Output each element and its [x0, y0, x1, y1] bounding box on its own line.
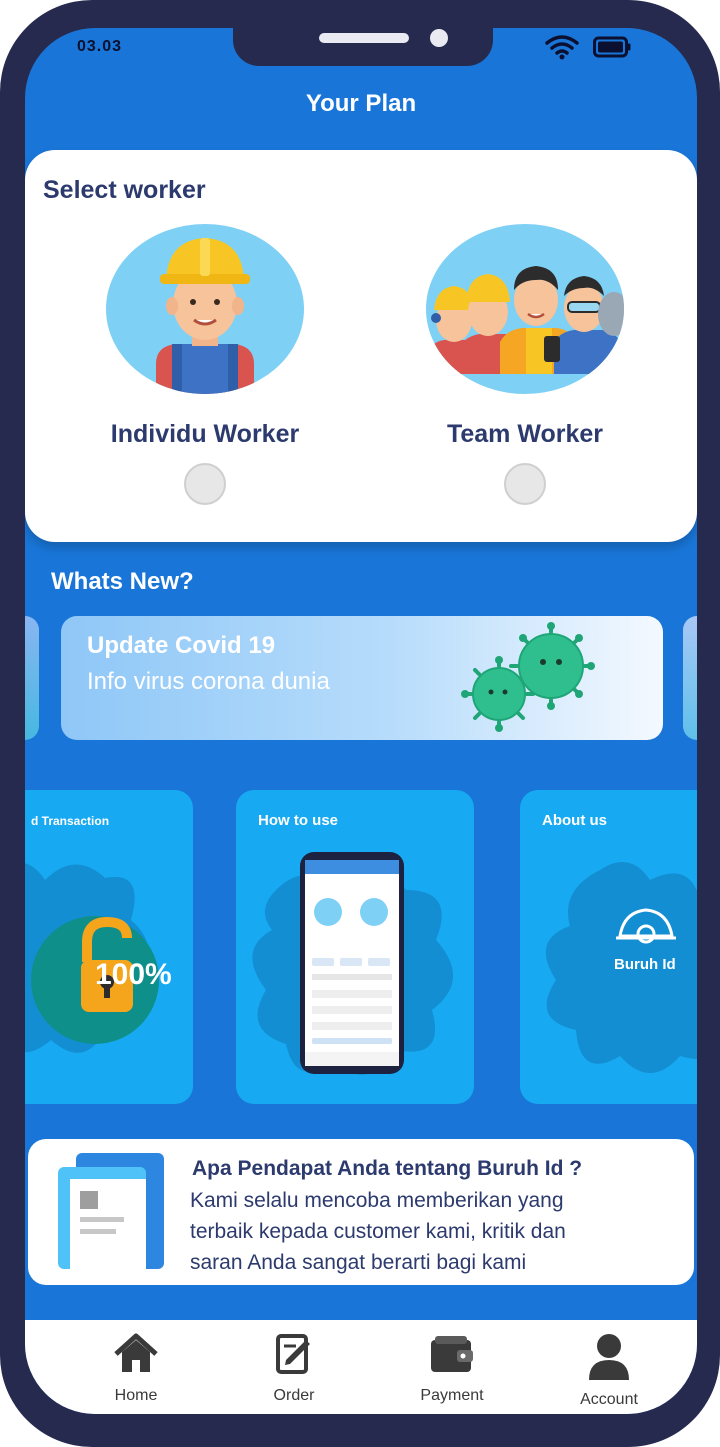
wifi-icon [545, 35, 579, 60]
feedback-line: Kami selalu mencoba memberikan yang [190, 1189, 564, 1212]
info-card-how-to-use[interactable]: How to use [236, 790, 474, 1104]
phone-preview [252, 852, 454, 1075]
info-card-transaction[interactable]: d Transaction 100% [25, 790, 193, 1104]
whats-new-title: Whats New? [51, 568, 194, 595]
feedback-title: Apa Pendapat Anda tentang Buruh Id ? [192, 1157, 583, 1180]
info-card-about-us[interactable]: About us Buruh Id [520, 790, 697, 1104]
document-icon [58, 1153, 164, 1269]
individual-worker-avatar[interactable] [106, 224, 304, 394]
feedback-line: saran Anda sangat berarti bagi kami [190, 1251, 527, 1274]
speaker [319, 33, 409, 43]
banner-peek-left[interactable] [25, 616, 39, 740]
bottom-nav: Home Order Payment Account [25, 1320, 697, 1414]
info-card-title: How to use [258, 812, 339, 829]
home-icon [114, 1333, 158, 1372]
info-card-title: d Transaction [31, 814, 110, 828]
virus-icon [461, 622, 595, 732]
edit-icon [276, 1334, 310, 1374]
wallet-icon [431, 1336, 473, 1372]
page-title: Your Plan [305, 90, 417, 117]
camera [430, 29, 448, 47]
nav-item-account[interactable]: Account [554, 1332, 664, 1409]
nav-item-order[interactable]: Order [239, 1332, 349, 1405]
team-worker-radio[interactable] [504, 463, 546, 505]
nav-item-home[interactable]: Home [81, 1332, 191, 1405]
nav-label-order: Order [273, 1387, 315, 1404]
nav-item-payment[interactable]: Payment [397, 1332, 507, 1405]
select-worker-title: Select worker [43, 176, 206, 204]
info-card-title: About us [542, 812, 607, 829]
transaction-badge: 100% [95, 958, 172, 991]
feedback-line: terbaik kepada customer kami, kritik dan [190, 1220, 566, 1243]
team-worker-label: Team Worker [446, 420, 604, 448]
nav-label-payment: Payment [420, 1387, 484, 1404]
individual-worker-radio[interactable] [184, 463, 226, 505]
feedback-card[interactable]: Apa Pendapat Anda tentang Buruh Id ? Kam… [28, 1139, 694, 1285]
app-screen: 03.03 Your Plan Select worker Individu W… [25, 28, 697, 1414]
individual-worker-label: Individu Worker [110, 420, 300, 448]
banner-subtitle: Info virus corona dunia [87, 668, 330, 695]
worker-option-team[interactable]: Team Worker [395, 224, 655, 505]
status-time: 03.03 [77, 38, 123, 55]
select-worker-card: Select worker Individu Worker Team Worke… [25, 150, 697, 542]
nav-label-home: Home [114, 1387, 158, 1404]
covid-banner[interactable]: Update Covid 19 Info virus corona dunia [61, 616, 663, 740]
feedback-body: Kami selalu mencoba memberikan yang terb… [190, 1185, 660, 1278]
banner-peek-right[interactable] [683, 616, 697, 740]
team-worker-avatar[interactable] [426, 224, 624, 394]
user-icon [589, 1334, 629, 1380]
device-notch [233, 28, 493, 66]
battery-icon [593, 36, 631, 58]
about-logo-text: Buruh Id [614, 956, 676, 973]
phone-frame: 03.03 Your Plan Select worker Individu W… [0, 0, 720, 1447]
status-icons [545, 34, 631, 60]
worker-option-individual[interactable]: Individu Worker [75, 224, 335, 505]
banner-title: Update Covid 19 [87, 632, 276, 659]
nav-label-account: Account [580, 1391, 638, 1408]
